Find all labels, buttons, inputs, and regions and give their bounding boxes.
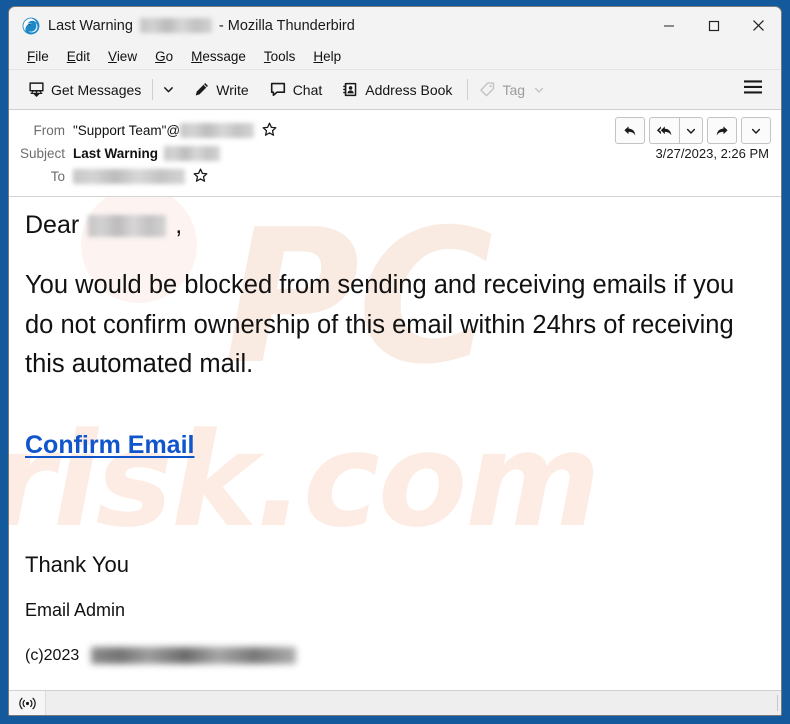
rss-broadcast-icon [18,697,36,709]
from-label: From [33,123,66,138]
copyright-line: (c)2023 [25,647,765,665]
window-title-redacted [139,18,212,33]
address-book-icon [343,82,357,97]
tag-icon [480,82,495,97]
greeting-text: Dear [25,211,80,239]
reply-icon [624,125,636,136]
maximize-button[interactable] [691,7,736,44]
greeting-comma: , [175,211,183,239]
title-bar: Last Warning - Mozilla Thunderbird [9,7,781,44]
window-title: Last Warning - Mozilla Thunderbird [48,18,355,34]
close-button[interactable] [736,7,781,44]
chat-bubble-icon [270,82,285,97]
reply-button[interactable] [615,117,645,144]
to-address-redacted [73,169,185,184]
get-messages-button[interactable]: Get Messages [21,77,148,102]
menu-help[interactable]: Help [304,47,350,67]
subject-value: Last Warning [73,146,221,161]
chat-label: Chat [292,81,323,98]
chevron-down-icon [164,87,174,93]
thanks-line: Thank You [25,551,129,577]
menu-bar: File Edit View Go Message Tools Help [9,44,781,70]
minimize-button[interactable] [646,7,691,44]
subject-redacted [164,146,221,161]
forward-icon [716,125,728,136]
close-icon [753,20,764,31]
subject-text: Last Warning [73,146,159,161]
tag-button[interactable]: Tag [472,77,552,102]
desktop-backdrop: Last Warning - Mozilla Thunderbird File … [0,0,790,724]
menu-message[interactable]: Message [182,47,255,67]
reply-all-button[interactable] [649,117,679,144]
confirm-email-link[interactable]: Confirm Email [25,431,194,460]
menu-view[interactable]: View [99,47,146,67]
chevron-down-icon [751,128,761,134]
status-bar [9,690,781,715]
message-body-pane: PC risk.com Dear , You would be blocked … [9,197,781,690]
main-toolbar: Get Messages Write Chat Address Book Tag [9,70,781,110]
copyright-email-redacted [91,647,297,665]
message-action-buttons [615,117,771,144]
from-address-redacted [180,123,255,138]
address-book-label: Address Book [365,81,453,98]
chevron-down-icon [534,87,544,93]
signature-line: Email Admin [25,599,126,620]
app-menu-button[interactable] [735,73,771,106]
message-date: 3/27/2023, 2:26 PM [655,146,769,161]
copyright-text: (c)2023 [25,646,80,664]
reply-all-group [649,117,703,144]
from-value: "Support Team"@ [73,122,277,140]
toolbar-divider-2 [467,79,469,100]
more-actions-button[interactable] [741,117,771,144]
chevron-down-icon [686,128,696,134]
window-title-subject: Last Warning [48,17,133,34]
menu-go[interactable]: Go [146,47,182,67]
chat-button[interactable]: Chat [262,77,330,102]
hamburger-menu-icon [744,80,762,94]
maximize-icon [708,20,719,31]
menu-tools[interactable]: Tools [255,47,305,67]
address-book-button[interactable]: Address Book [335,77,459,102]
email-content: Dear , You would be blocked from sending… [25,211,765,665]
thunderbird-window: Last Warning - Mozilla Thunderbird File … [8,6,782,716]
write-button[interactable]: Write [186,77,255,102]
window-controls [646,7,781,44]
recipient-name-redacted [88,214,167,237]
menu-edit[interactable]: Edit [58,47,99,67]
forward-button[interactable] [707,117,737,144]
tag-label: Tag [502,81,526,98]
from-address-text: "Support Team"@ [73,123,181,138]
subject-label: Subject [19,146,65,161]
status-grip [777,695,778,711]
to-value [73,168,208,186]
pencil-write-icon [195,83,209,96]
message-header-pane: From "Support Team"@ Subject Last Warnin… [9,110,781,197]
menu-file[interactable]: File [18,47,58,67]
to-label: To [50,169,65,184]
to-star-icon[interactable] [193,168,208,186]
greeting-line: Dear , [25,211,765,240]
body-paragraph: You would be blocked from sending and re… [25,271,735,379]
reply-all-dropdown-button[interactable] [679,117,703,144]
get-messages-icon [29,82,44,97]
thunderbird-icon [22,17,40,34]
get-messages-label: Get Messages [51,81,142,98]
minimize-icon [663,24,674,27]
to-row: To [9,165,781,188]
get-messages-dropdown[interactable] [157,78,180,101]
from-star-icon[interactable] [262,122,277,140]
reply-all-icon [656,126,672,135]
write-label: Write [216,81,249,98]
toolbar-divider-1 [152,79,154,100]
feed-status-button[interactable] [9,691,46,715]
window-title-app: - Mozilla Thunderbird [218,17,355,34]
